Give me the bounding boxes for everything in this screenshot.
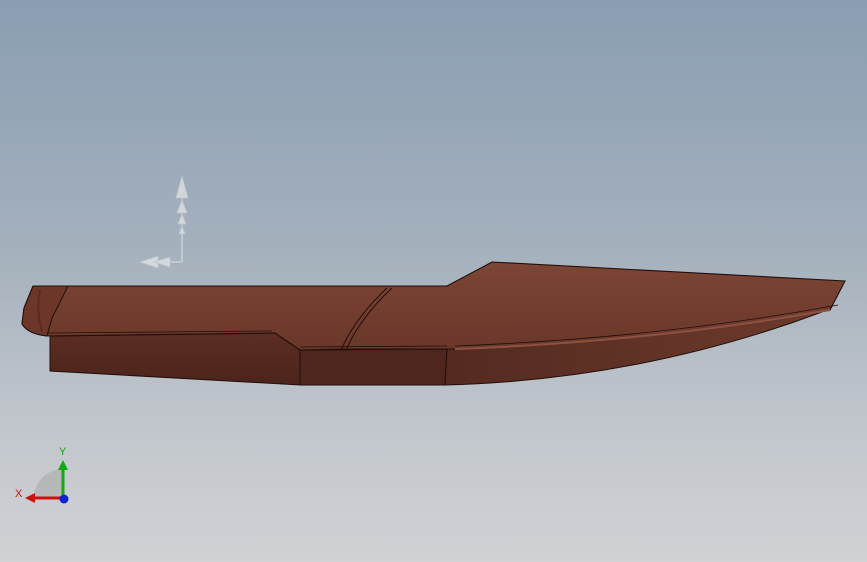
- hull-side-stern[interactable]: [49, 332, 301, 386]
- triad-x-label: X: [15, 488, 23, 500]
- graphics-viewport[interactable]: Y X: [0, 0, 867, 562]
- hull-side-mid[interactable]: [299, 348, 448, 386]
- model-canvas[interactable]: Y X: [0, 0, 867, 562]
- move-arrows-icon[interactable]: [138, 174, 189, 269]
- triad-plane-wedge: [34, 469, 63, 498]
- axis-triad-icon[interactable]: Y X: [15, 446, 69, 504]
- boat-hull-model[interactable]: [21, 261, 846, 386]
- triad-y-label: Y: [59, 446, 67, 458]
